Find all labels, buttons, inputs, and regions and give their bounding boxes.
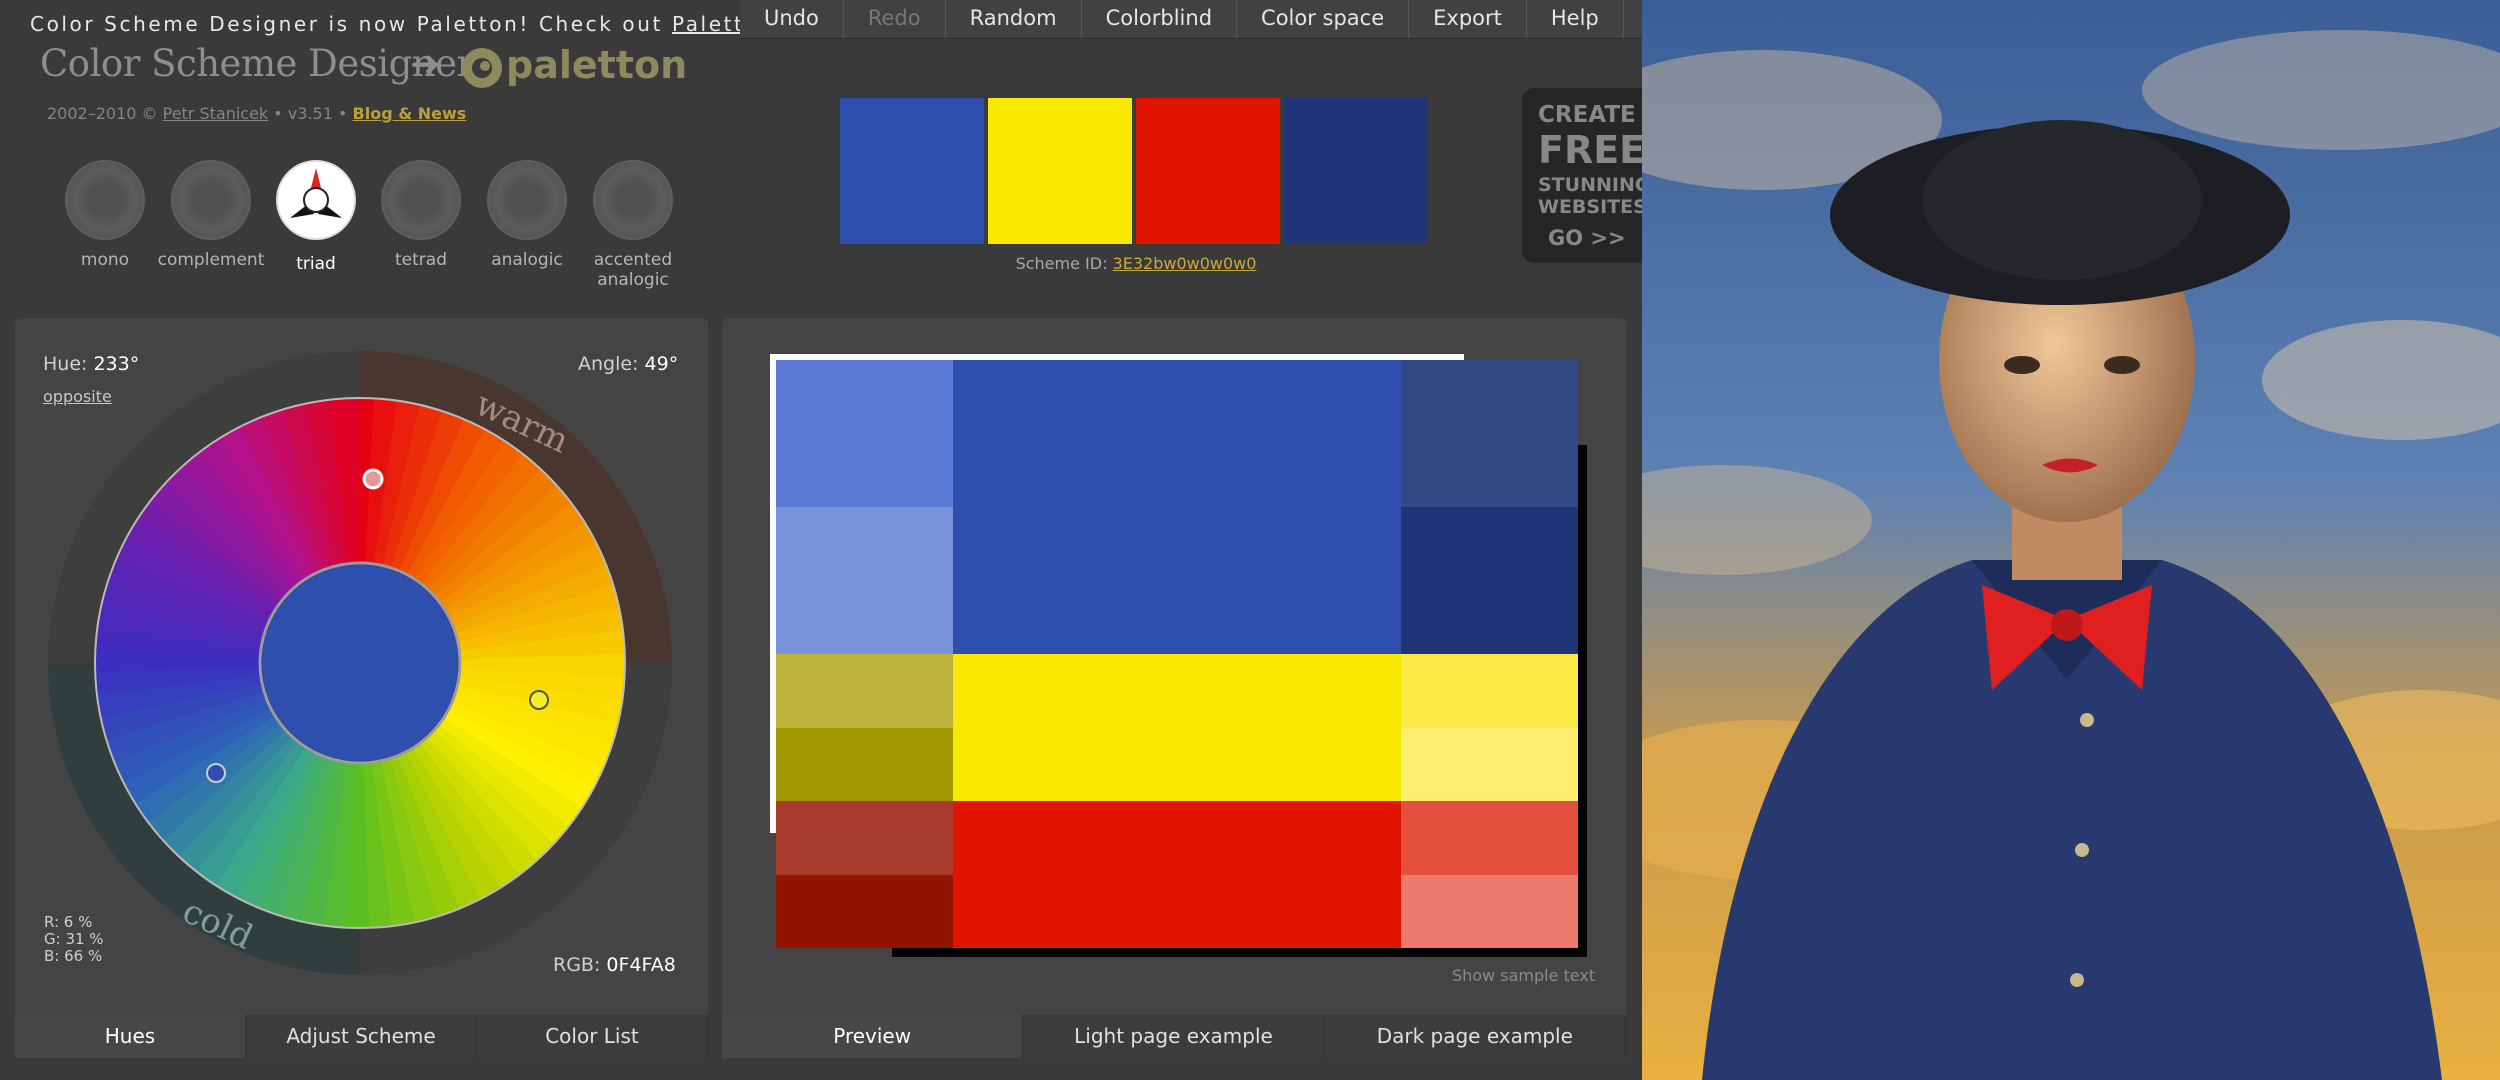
- create-website-ad[interactable]: CREATE FREE STUNNING WEBSITES GO >>: [1522, 88, 1652, 263]
- tab-preview[interactable]: Preview: [722, 1015, 1024, 1058]
- arrow-icon: ➜: [410, 44, 441, 85]
- rgb-label: RGB:: [553, 954, 601, 976]
- color-wheel[interactable]: warm cold: [45, 348, 685, 988]
- preview-tile[interactable]: [1401, 507, 1578, 654]
- green-percentage: G: 31 %: [44, 930, 104, 948]
- menu-undo[interactable]: Undo: [740, 0, 844, 38]
- swatch-secondary-b[interactable]: [1136, 98, 1280, 244]
- tab-color-list[interactable]: Color List: [477, 1015, 708, 1058]
- scheme-mono[interactable]: mono: [50, 160, 160, 270]
- csd-logo-text: Color Scheme Designer: [40, 42, 474, 85]
- ad-line-2: FREE: [1538, 128, 1646, 172]
- credits-version: • v3.51 •: [268, 104, 353, 123]
- blog-news-link[interactable]: Blog & News: [353, 104, 467, 123]
- scheme-label: tetrad: [395, 250, 447, 270]
- ad-line-1: CREATE: [1538, 102, 1636, 128]
- preview-main-tile[interactable]: [953, 801, 1401, 948]
- color-scheme-designer-app: Color Scheme Designer is now Paletton! C…: [0, 0, 1652, 1080]
- ad-go-button: GO >>: [1548, 226, 1626, 250]
- preview-tile[interactable]: [776, 654, 953, 728]
- credits-years: 2002–2010 ©: [47, 104, 163, 123]
- notice-text: Color Scheme Designer is now Paletton! C…: [30, 12, 672, 36]
- rgb-hex-readout: RGB: 0F4FA8: [553, 954, 676, 976]
- menu-help[interactable]: Help: [1527, 0, 1624, 38]
- paletton-logo-text: paletton: [506, 43, 687, 87]
- hue-handle-red[interactable]: [362, 468, 384, 490]
- preview-main-tile[interactable]: [953, 360, 1401, 654]
- swatch-primary[interactable]: [840, 98, 984, 244]
- scheme-complement[interactable]: complement: [156, 160, 266, 270]
- swatch-complement[interactable]: [1284, 98, 1428, 244]
- rgb-percentages: R: 6 % G: 31 % B: 66 %: [44, 914, 104, 965]
- author-link[interactable]: Petr Stanicek: [163, 104, 269, 123]
- left-tabs: Hues Adjust Scheme Color List: [15, 1015, 708, 1058]
- scheme-label: complement: [157, 250, 265, 270]
- menu-random[interactable]: Random: [946, 0, 1082, 38]
- menubar: Undo Redo Random Colorblind Color space …: [740, 0, 1642, 39]
- menu-redo[interactable]: Redo: [844, 0, 946, 38]
- paletton-logo[interactable]: paletton: [458, 38, 688, 94]
- accented-analogic-wheel-icon: [593, 160, 673, 240]
- preview-tile[interactable]: [776, 727, 953, 801]
- preview-tile[interactable]: [1401, 654, 1578, 728]
- rgb-value: 0F4FA8: [606, 954, 676, 976]
- scheme-id-link[interactable]: 3E32bw0w0w0w0: [1113, 254, 1257, 273]
- blue-percentage: B: 66 %: [44, 947, 103, 965]
- swatch-secondary-a[interactable]: [988, 98, 1132, 244]
- hue-handle-blue[interactable]: [206, 763, 226, 783]
- scheme-label: mono: [80, 250, 130, 270]
- paletton-notice: Color Scheme Designer is now Paletton! C…: [30, 12, 834, 36]
- tab-hues[interactable]: Hues: [15, 1015, 246, 1058]
- preview-tile[interactable]: [1401, 874, 1578, 948]
- preview-tile[interactable]: [1401, 801, 1578, 875]
- menu-color-space[interactable]: Color space: [1237, 0, 1410, 38]
- portrait-image: [1642, 0, 2500, 1080]
- scheme-label: analogic: [491, 250, 563, 270]
- scheme-preview: [770, 352, 1595, 962]
- scheme-swatches: [840, 98, 1428, 244]
- preview-tile[interactable]: [776, 360, 953, 507]
- scheme-accented-analogic[interactable]: accented analogic: [578, 160, 688, 290]
- preview-tile[interactable]: [1401, 727, 1578, 801]
- triad-wheel-icon: [276, 160, 356, 240]
- ad-line-3: STUNNING: [1538, 174, 1651, 196]
- credits: 2002–2010 © Petr Stanicek • v3.51 • Blog…: [47, 104, 466, 123]
- scheme-triad[interactable]: triad: [261, 160, 371, 274]
- scheme-label: triad: [296, 254, 336, 274]
- hue-handle-yellow[interactable]: [529, 690, 549, 710]
- scheme-id-label: Scheme ID:: [1015, 254, 1113, 273]
- show-sample-text-link[interactable]: Show sample text: [1452, 966, 1595, 985]
- scheme-id: Scheme ID: 3E32bw0w0w0w0: [840, 254, 1432, 273]
- scheme-analogic[interactable]: analogic: [472, 160, 582, 270]
- tab-dark-page-example[interactable]: Dark page example: [1324, 1015, 1626, 1058]
- portrait-painting: [1642, 0, 2500, 1080]
- preview-tile[interactable]: [776, 801, 953, 875]
- preview-tile[interactable]: [776, 874, 953, 948]
- red-percentage: R: 6 %: [44, 913, 93, 931]
- tetrad-wheel-icon: [381, 160, 461, 240]
- menu-colorblind[interactable]: Colorblind: [1082, 0, 1238, 38]
- tab-adjust-scheme[interactable]: Adjust Scheme: [246, 1015, 477, 1058]
- ad-line-4: WEBSITES: [1538, 196, 1647, 218]
- analogic-wheel-icon: [487, 160, 567, 240]
- wheel-center-color: [262, 565, 458, 761]
- right-tabs: Preview Light page example Dark page exa…: [722, 1015, 1626, 1058]
- preview-color-grid: [776, 360, 1578, 948]
- preview-main-tile[interactable]: [953, 654, 1401, 801]
- tab-light-page-example[interactable]: Light page example: [1023, 1015, 1325, 1058]
- scheme-tetrad[interactable]: tetrad: [366, 160, 476, 270]
- preview-tile[interactable]: [776, 507, 953, 654]
- menu-export[interactable]: Export: [1409, 0, 1527, 38]
- complement-wheel-icon: [171, 160, 251, 240]
- preview-tile[interactable]: [1401, 360, 1578, 507]
- scheme-label: accented analogic: [593, 250, 673, 290]
- mono-wheel-icon: [65, 160, 145, 240]
